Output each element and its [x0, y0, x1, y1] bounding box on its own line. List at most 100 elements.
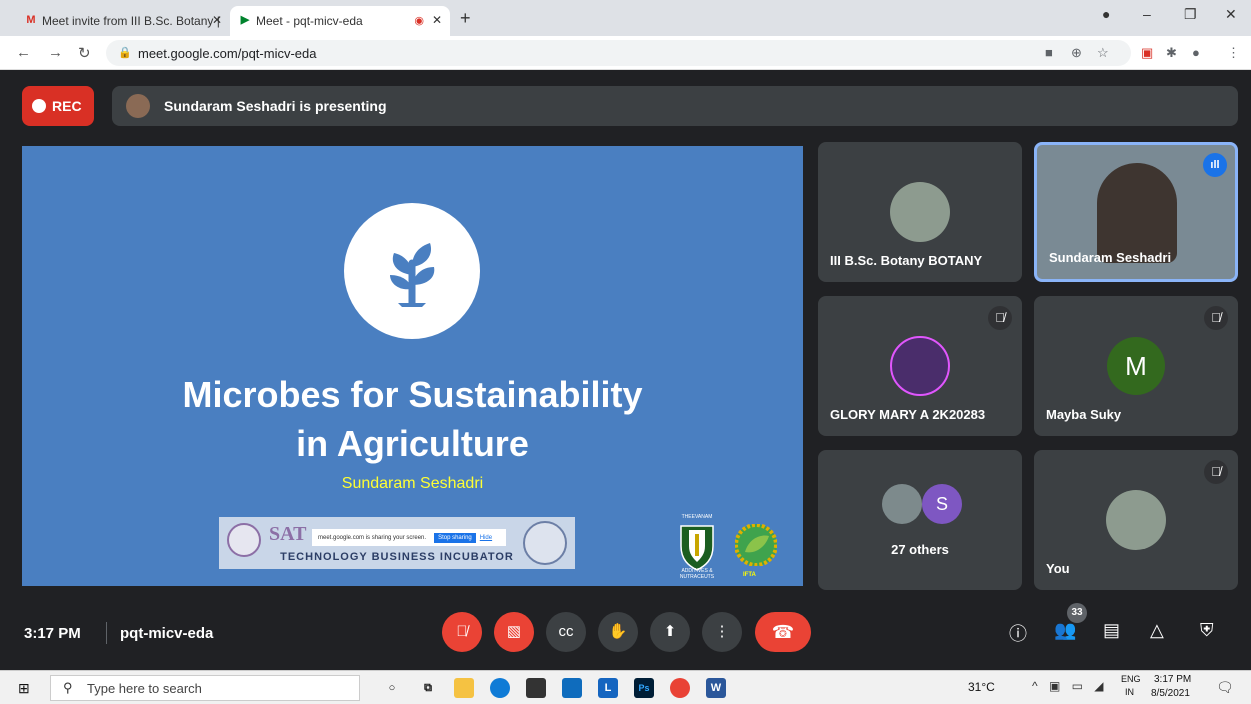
pocket-icon[interactable]: ▣ — [1141, 45, 1153, 61]
avatar-icon[interactable]: ● — [1192, 45, 1200, 60]
photoshop-icon[interactable]: Ps — [634, 678, 654, 698]
meet-window: REC Sundaram Seshadri is presenting Micr… — [0, 71, 1251, 669]
participant-photo — [882, 484, 922, 524]
search-icon: ⚲ — [63, 680, 73, 695]
gmail-icon: M — [26, 14, 36, 26]
more-options-button[interactable]: ⋮ — [702, 612, 742, 652]
file-explorer-icon[interactable] — [454, 678, 474, 698]
meet-icon: ▶ — [240, 14, 250, 26]
edge-icon[interactable] — [490, 678, 510, 698]
slide-title-line1: Microbes for Sustainability — [182, 374, 643, 415]
url-field[interactable]: 🔒 meet.google.com/pqt-micv-eda — [106, 40, 1131, 66]
restore-button[interactable]: ❐ — [1184, 6, 1197, 23]
system-tray-icons[interactable]: ^ ▣ ▭ ◢ — [1032, 679, 1108, 693]
menu-icon[interactable]: ⋮ — [1227, 45, 1240, 61]
participant-name: III B.Sc. Botany BOTANY — [830, 253, 983, 268]
extensions-icon[interactable]: ✱ — [1166, 45, 1177, 61]
mic-off-icon: 🎙̸ — [1204, 306, 1228, 330]
bookmark-star-icon[interactable]: ☆ — [1097, 45, 1109, 61]
profile-icon[interactable]: ● — [1102, 6, 1110, 22]
host-controls-icon[interactable]: ⛨ — [1200, 620, 1214, 641]
cortana-icon[interactable]: ○ — [382, 678, 402, 698]
reload-icon[interactable]: ↻ — [78, 44, 91, 62]
minimize-button[interactable]: – — [1143, 6, 1151, 22]
region-text[interactable]: IN — [1125, 687, 1134, 697]
shared-screen: Microbes for Sustainability in Agricultu… — [22, 146, 803, 586]
people-icon[interactable]: 👥 — [1054, 620, 1076, 641]
slide-subtitle: Sundaram Seshadri — [341, 475, 484, 492]
meeting-clock: 3:17 PM — [24, 625, 81, 642]
camera-icon[interactable]: ■ — [1045, 45, 1053, 60]
participant-photo — [890, 182, 950, 242]
captions-button[interactable]: cc — [546, 612, 586, 652]
close-window-button[interactable]: ✕ — [1225, 6, 1237, 23]
meeting-details-icon[interactable]: ⓘ — [1009, 620, 1027, 646]
app-l-icon[interactable]: L — [598, 678, 618, 698]
leave-call-button[interactable]: ☎ — [755, 612, 811, 652]
record-dot-icon — [32, 99, 46, 113]
slide-title-line2: in Agriculture — [296, 423, 529, 464]
logo2-label: IFTA — [743, 572, 756, 578]
word-icon[interactable]: W — [706, 678, 726, 698]
close-tab-icon[interactable]: ✕ — [432, 13, 442, 27]
new-tab-button[interactable]: + — [460, 8, 471, 29]
mic-off-icon: 🎙̸ — [988, 306, 1012, 330]
tab-meet[interactable]: ▶ Meet - pqt-micv-eda ◉ ✕ — [230, 6, 450, 36]
meeting-code: pqt-micv-eda — [120, 625, 214, 642]
weather-text[interactable]: 31°C — [968, 680, 995, 694]
participant-initial-avatar: M — [1107, 337, 1165, 395]
store-icon[interactable] — [526, 678, 546, 698]
back-icon[interactable]: ← — [16, 44, 31, 61]
banner-text: TECHNOLOGY BUSINESS INCUBATOR — [280, 551, 514, 563]
participant-photo — [890, 336, 950, 396]
activities-icon[interactable]: △ — [1150, 620, 1164, 641]
presenting-banner: Sundaram Seshadri is presenting — [112, 86, 1238, 126]
hide-notice-link[interactable]: Hide — [480, 535, 492, 541]
plant-icon — [344, 203, 480, 339]
chat-icon[interactable]: ▤ — [1103, 620, 1120, 641]
others-count-label: 27 others — [891, 542, 949, 557]
windows-taskbar: ⊞ ⚲ Type here to search ○ ⧉ L Ps W 31°C … — [0, 670, 1251, 704]
divider — [106, 622, 107, 644]
url-text: meet.google.com/pqt-micv-eda — [138, 46, 317, 61]
participant-name: You — [1046, 561, 1070, 576]
taskbar-time[interactable]: 3:17 PM — [1154, 674, 1191, 685]
mic-off-button[interactable]: 🎙̸ — [442, 612, 482, 652]
meeting-controls-bar: 3:17 PM pqt-micv-eda 🎙̸ ▧ cc ✋ ⬆ ⋮ ☎ ⓘ 3… — [0, 600, 1251, 669]
camera-off-button[interactable]: ▧ — [494, 612, 534, 652]
others-tile[interactable]: S 27 others — [818, 450, 1022, 590]
banner-org: SAT — [269, 523, 307, 545]
forward-icon[interactable]: → — [48, 44, 63, 61]
windows-start-icon[interactable]: ⊞ — [18, 680, 30, 697]
tab-title: Meet - pqt-micv-eda — [256, 14, 363, 28]
close-tab-icon[interactable]: ✕ — [212, 13, 222, 27]
participant-name: Mayba Suky — [1046, 407, 1122, 422]
rec-label: REC — [52, 98, 82, 114]
chrome-icon[interactable] — [670, 678, 690, 698]
logo1-bottom-text: ADDITIVES & NUTRACEUTS — [679, 568, 715, 580]
tab-gmail[interactable]: M Meet invite from III B.Sc. Botany | ✕ — [16, 6, 230, 36]
ifta-logo: IFTA — [734, 523, 778, 578]
participant-tile[interactable]: III B.Sc. Botany BOTANY — [818, 142, 1022, 282]
lock-icon: 🔒 — [118, 47, 132, 59]
language-text[interactable]: ENG — [1121, 674, 1141, 684]
raise-hand-button[interactable]: ✋ — [598, 612, 638, 652]
share-notice-text: meet.google.com is sharing your screen. — [318, 534, 427, 541]
participant-tile[interactable]: 🎙̸ GLORY MARY A 2K20283 — [818, 296, 1022, 436]
taskbar-date[interactable]: 8/5/2021 — [1151, 688, 1190, 699]
theevanam-logo: THEEVANAM ADDITIVES & NUTRACEUTS — [677, 514, 717, 580]
sharing-notice: meet.google.com is sharing your screen. … — [312, 529, 506, 546]
mic-off-icon: 🎙̸ — [1204, 460, 1228, 484]
present-screen-button[interactable]: ⬆ — [650, 612, 690, 652]
zoom-icon[interactable]: ⊕ — [1071, 45, 1082, 61]
participant-tile-active-speaker[interactable]: ıll Sundaram Seshadri — [1034, 142, 1238, 282]
address-bar: ← → ↻ 🔒 meet.google.com/pqt-micv-eda ■ ⊕… — [0, 36, 1251, 70]
participant-photo — [1106, 490, 1166, 550]
notification-icon[interactable]: 🗨 — [1216, 679, 1234, 696]
task-view-icon[interactable]: ⧉ — [418, 678, 438, 698]
participant-tile[interactable]: 🎙̸ M Mayba Suky — [1034, 296, 1238, 436]
stop-sharing-button[interactable]: Stop sharing — [434, 532, 476, 543]
taskbar-search-input[interactable]: ⚲ Type here to search — [50, 675, 360, 701]
mail-icon[interactable] — [562, 678, 582, 698]
self-tile[interactable]: 🎙̸ You — [1034, 450, 1238, 590]
